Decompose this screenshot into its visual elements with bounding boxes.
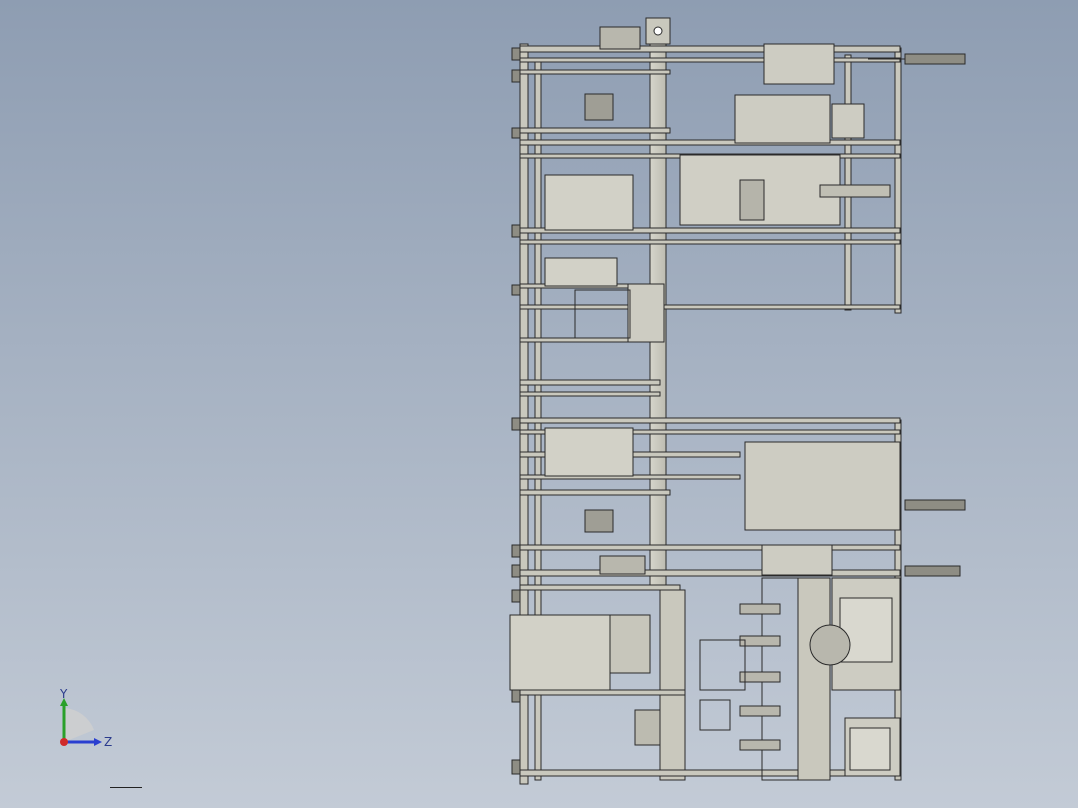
vision-head [809,624,851,666]
orientation-triad: Y Z [59,687,112,749]
scale-bar [110,787,142,788]
cylinder-top [904,53,966,65]
y-axis-label: Y [59,687,68,701]
column-bracket [627,283,665,343]
cad-viewport[interactable]: Y Z [0,0,1078,808]
upper-cabinet [763,43,835,85]
lower-cabinet [744,441,901,531]
z-axis-label: Z [104,735,112,749]
machine-assembly-model[interactable] [0,0,1078,808]
fixture-stations [739,603,781,751]
